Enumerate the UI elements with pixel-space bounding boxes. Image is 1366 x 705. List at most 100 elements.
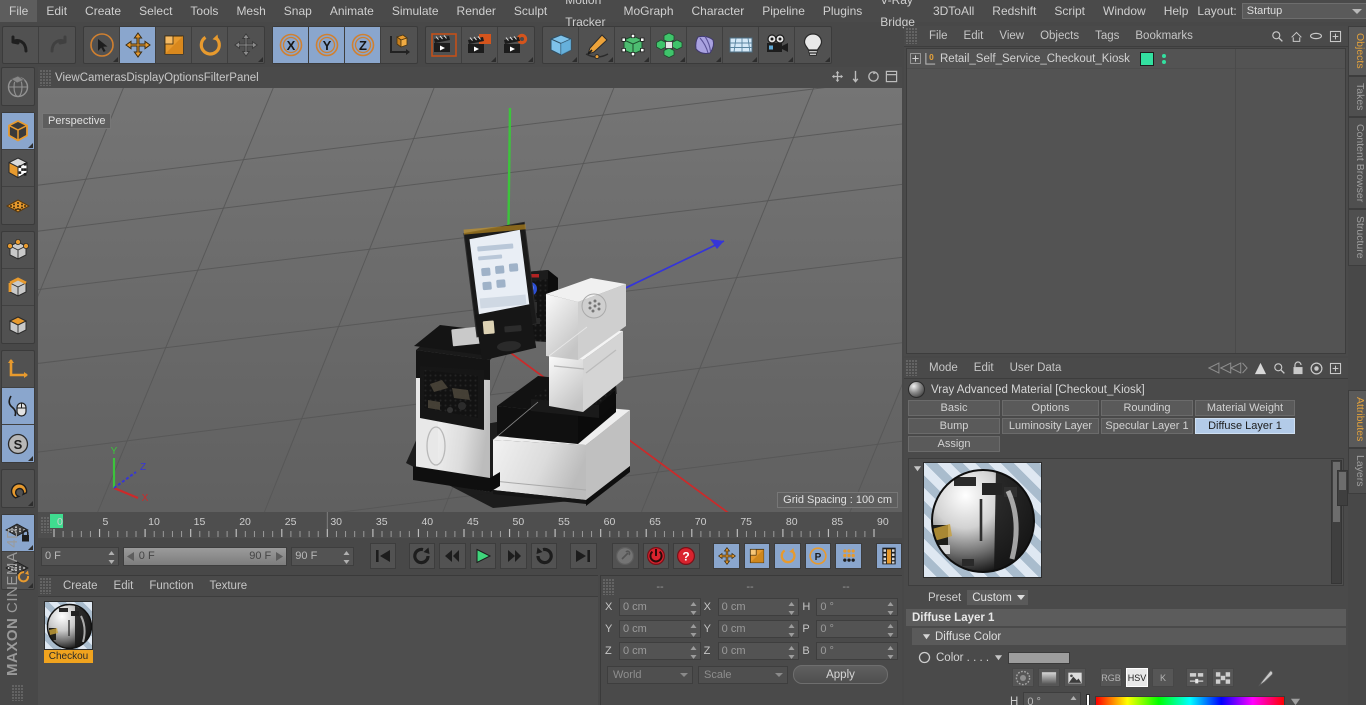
side-tab-layers[interactable]: Layers [1348, 448, 1366, 494]
generator-icon[interactable] [615, 26, 651, 63]
rotation-p-field[interactable]: 0 ° [816, 620, 899, 638]
chevron-down-icon[interactable] [994, 653, 1003, 662]
axis-x-icon[interactable]: X [273, 26, 309, 63]
panel-grip[interactable] [906, 360, 917, 376]
magnet-tool-icon[interactable] [2, 470, 34, 507]
key-parameter-icon[interactable]: P [804, 543, 832, 569]
size-x-field[interactable]: 0 cm [717, 598, 800, 616]
collapse-triangle-icon[interactable] [922, 632, 931, 641]
render-to-picture-viewer-icon[interactable] [462, 26, 498, 63]
menu-mesh[interactable]: Mesh [227, 0, 274, 22]
spinner-icon[interactable] [108, 550, 115, 564]
color-mode-k-button[interactable]: K [1152, 668, 1174, 687]
rotation-h-field[interactable]: 0 ° [816, 598, 899, 616]
make-editable-icon[interactable] [2, 68, 34, 105]
material-item[interactable]: Checkou [44, 601, 93, 664]
autokeying-icon[interactable] [642, 543, 670, 569]
color-sliders-icon[interactable] [1186, 668, 1208, 687]
rotate-view-icon[interactable] [867, 70, 880, 83]
object-visibility-dots[interactable] [1161, 53, 1166, 64]
up-arrow-icon[interactable] [1254, 362, 1267, 375]
panel-grip[interactable] [12, 685, 23, 701]
spinner-icon[interactable] [887, 646, 894, 659]
hue-slider-handle[interactable] [1086, 694, 1091, 705]
viewport-menu-display[interactable]: Display [126, 72, 164, 84]
attribute-tab-basic[interactable]: Basic [908, 400, 1000, 416]
material-list[interactable]: Checkou [38, 597, 598, 705]
rotate-tool-icon[interactable] [192, 26, 228, 63]
object-axis-icon[interactable] [2, 351, 34, 388]
viewport-solo-icon[interactable] [2, 388, 34, 425]
side-tab-attributes[interactable]: Attributes [1348, 390, 1366, 449]
record-active-objects-icon[interactable] [612, 543, 639, 569]
color-swatch[interactable] [1008, 651, 1071, 664]
viewport-menu-filter[interactable]: Filter [204, 72, 230, 84]
color-wheel-icon[interactable] [1012, 668, 1034, 687]
size-z-field[interactable]: 0 cm [717, 642, 800, 660]
spinner-icon[interactable] [690, 602, 697, 615]
end-frame-field[interactable]: 90 F [291, 546, 354, 566]
texture-mode-icon[interactable] [2, 150, 34, 187]
menu-edit[interactable]: Edit [37, 0, 76, 22]
object-menu-objects[interactable]: Objects [1032, 26, 1087, 47]
viewport-menu-panel[interactable]: Panel [229, 72, 258, 84]
menu-script[interactable]: Script [1045, 0, 1094, 22]
scale-tool-icon[interactable] [156, 26, 192, 63]
scale-view-icon[interactable] [849, 70, 862, 83]
attribute-tab-specular-layer-1[interactable]: Specular Layer 1 [1101, 418, 1193, 434]
maximize-view-icon[interactable] [885, 70, 898, 83]
spinner-icon[interactable] [690, 646, 697, 659]
menu-create[interactable]: Create [76, 0, 130, 22]
color-mode-rgb-button[interactable]: RGB [1100, 668, 1122, 687]
hue-field[interactable]: 0 ° [1023, 692, 1082, 705]
preset-select[interactable]: Custom [967, 590, 1028, 605]
coord-system-select[interactable]: World [607, 665, 693, 684]
object-menu-bookmarks[interactable]: Bookmarks [1127, 26, 1201, 47]
menu-help[interactable]: Help [1155, 0, 1198, 22]
search-icon[interactable] [1273, 362, 1286, 375]
edges-mode-icon[interactable] [2, 269, 34, 306]
objects-scrollbar[interactable] [1337, 470, 1348, 506]
live-selection-icon[interactable] [84, 26, 120, 63]
attributes-menu-mode[interactable]: Mode [921, 358, 966, 379]
radio-icon[interactable] [918, 651, 931, 664]
deformer-icon[interactable] [687, 26, 723, 63]
menu-sculpt[interactable]: Sculpt [505, 0, 556, 22]
diffuse-color-group-header[interactable]: Diffuse Color [912, 628, 1346, 645]
material-menu-edit[interactable]: Edit [106, 576, 142, 597]
attribute-tab-rounding[interactable]: Rounding [1101, 400, 1193, 416]
material-menu-create[interactable]: Create [55, 576, 106, 597]
ellipse-icon[interactable] [1309, 31, 1323, 41]
menu-tools[interactable]: Tools [181, 0, 227, 22]
scene-environment-icon[interactable] [723, 26, 759, 63]
spinner-icon[interactable] [788, 624, 795, 637]
undo-icon[interactable] [3, 26, 39, 63]
step-back-icon[interactable] [439, 543, 466, 569]
scroll-down-icon[interactable] [1290, 696, 1301, 705]
viewport-menu-cameras[interactable]: Cameras [80, 72, 127, 84]
color-swatches-icon[interactable] [1212, 668, 1234, 687]
spinner-icon[interactable] [788, 646, 795, 659]
hue-gradient-slider[interactable] [1095, 695, 1286, 705]
loop-icon[interactable] [530, 543, 558, 569]
panel-grip[interactable] [40, 69, 51, 86]
light-icon[interactable] [795, 27, 831, 63]
key-scale-icon[interactable] [743, 543, 771, 569]
menu-window[interactable]: Window [1094, 0, 1155, 22]
object-menu-view[interactable]: View [991, 26, 1032, 47]
polygons-mode-icon[interactable] [2, 306, 34, 343]
key-rotation-icon[interactable] [774, 543, 801, 569]
frame-range-slider[interactable]: 0 F 90 F [122, 546, 288, 566]
attribute-tab-diffuse-layer-1[interactable]: Diffuse Layer 1 [1195, 418, 1295, 434]
spinner-icon[interactable] [887, 602, 894, 615]
enable-snapping-icon[interactable]: S [2, 425, 34, 462]
axis-y-icon[interactable]: Y [309, 26, 345, 63]
position-x-field[interactable]: 0 cm [619, 598, 701, 616]
menu-file[interactable]: File [0, 0, 38, 22]
viewport-canvas[interactable]: Perspective Grid Spacing : 100 cm Y X Z [38, 88, 902, 512]
side-tab-objects[interactable]: Objects [1348, 26, 1366, 76]
mograph-icon[interactable] [651, 26, 687, 63]
menu-mograph[interactable]: MoGraph [614, 0, 682, 22]
size-y-field[interactable]: 0 cm [717, 620, 800, 638]
history-arrows-icon[interactable] [1208, 362, 1248, 374]
